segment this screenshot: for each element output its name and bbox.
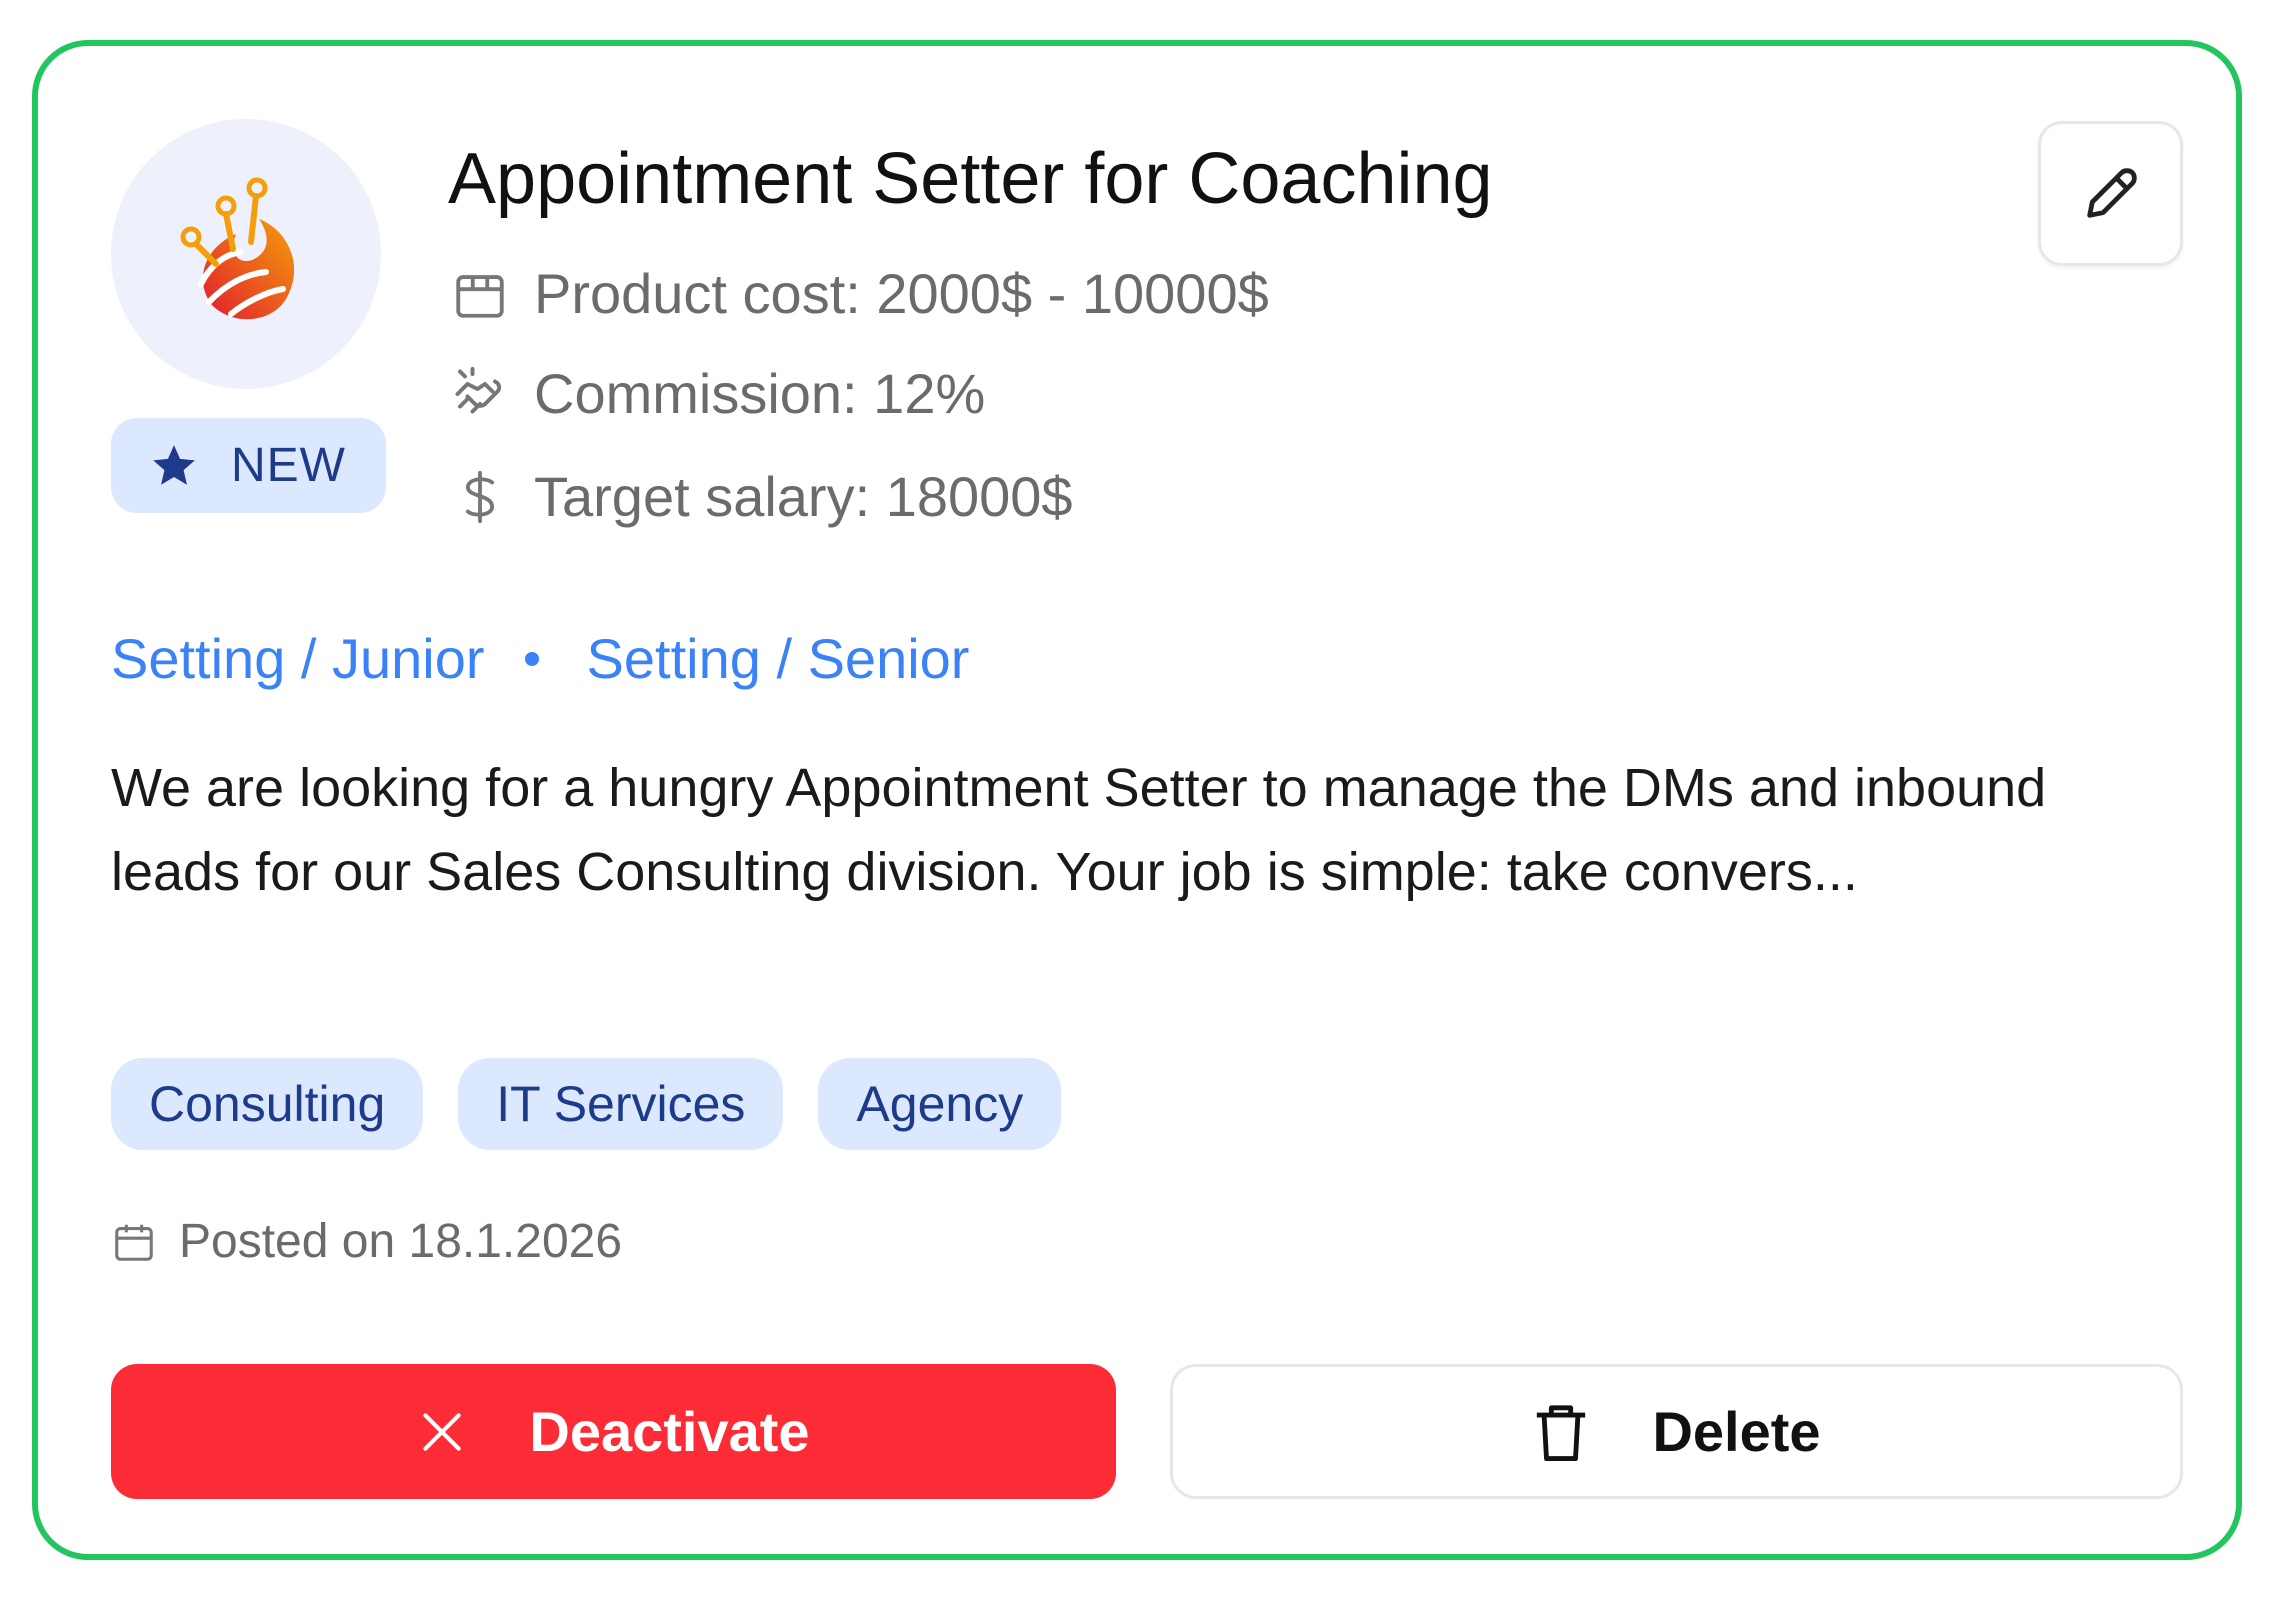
experience-levels: Setting / Junior Setting / Senior [111, 626, 969, 691]
pencil-icon [2086, 167, 2137, 218]
level-item[interactable]: Setting / Senior [587, 626, 970, 691]
trash-icon [1537, 1404, 1586, 1461]
target-salary-text: Target salary: 18000$ [534, 465, 1073, 528]
level-item[interactable]: Setting / Junior [111, 626, 485, 691]
deactivate-button[interactable]: Deactivate [111, 1364, 1116, 1499]
job-card: NEW Appointment Setter for Coaching Prod… [32, 40, 2242, 1560]
delete-label: Delete [1652, 1400, 1821, 1463]
deactivate-label: Deactivate [529, 1400, 810, 1463]
new-badge: NEW [111, 418, 386, 513]
flame-logo-icon [180, 177, 295, 320]
posted-date-text: Posted on 18.1.2026 [179, 1215, 623, 1268]
commission-row: Commission: 12% [448, 361, 985, 426]
product-cost-row: Product cost: 2000$ - 10000$ [448, 261, 1269, 326]
industry-tags: Consulting IT Services Agency [111, 1058, 1096, 1150]
company-logo [111, 119, 381, 389]
star-icon [153, 444, 195, 485]
handshake-icon [448, 362, 512, 426]
box-icon [448, 262, 512, 326]
industry-tag[interactable]: Agency [818, 1058, 1062, 1150]
industry-tag[interactable]: IT Services [458, 1058, 784, 1150]
industry-tag[interactable]: Consulting [111, 1058, 424, 1150]
new-badge-label: NEW [231, 439, 346, 492]
job-description: We are looking for a hungry Appointment … [111, 758, 2047, 902]
close-icon [423, 1412, 462, 1451]
target-salary-row: Target salary: 18000$ [448, 464, 1073, 529]
edit-button[interactable] [2038, 121, 2183, 266]
calendar-icon [115, 1224, 153, 1261]
posted-date: Posted on 18.1.2026 [111, 1214, 622, 1269]
delete-button[interactable]: Delete [1170, 1364, 2183, 1499]
job-title: Appointment Setter for Coaching [448, 139, 1493, 219]
commission-text: Commission: 12% [534, 362, 986, 425]
product-cost-text: Product cost: 2000$ - 10000$ [534, 262, 1269, 325]
dollar-icon [448, 465, 512, 529]
separator-dot [524, 651, 539, 666]
